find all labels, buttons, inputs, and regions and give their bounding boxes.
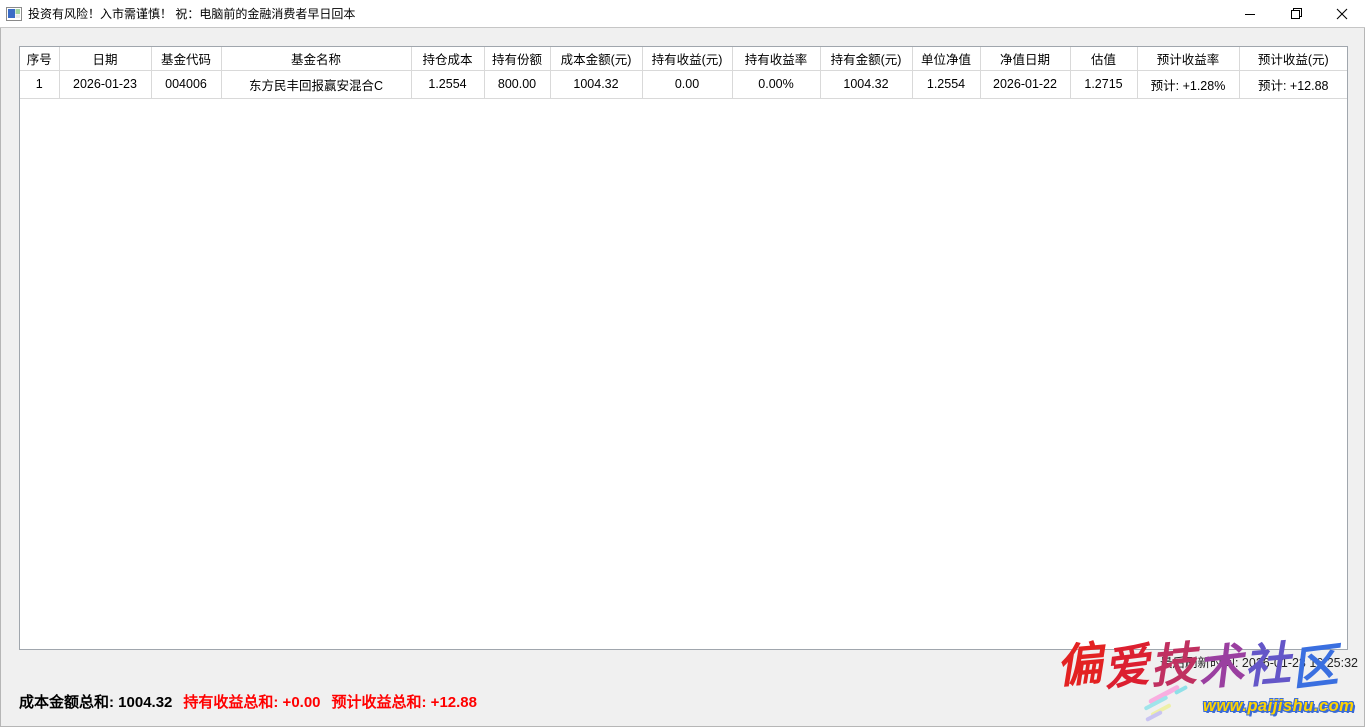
cell-estimate-nav: 1.2715 [1070,70,1137,98]
cell-estimate-rate: 预计: +1.28% [1137,70,1239,98]
cell-holding-amount: 1004.32 [820,70,912,98]
cell-cost-amount: 1004.32 [550,70,642,98]
cell-unit-nav: 1.2554 [912,70,980,98]
app-icon [6,7,22,21]
header-cell[interactable]: 预计收益(元) [1239,47,1347,70]
table-header-row: 序号 日期 基金代码 基金名称 持仓成本 持有份额 成本金额(元) 持有收益(元… [20,47,1347,70]
header-cell[interactable]: 基金代码 [151,47,221,70]
cell-holding-profit-rate: 0.00% [732,70,820,98]
header-cell[interactable]: 持有份额 [484,47,550,70]
cell-index: 1 [20,70,59,98]
holding-profit-total-label: 持有收益总和: +0.00 [183,694,320,711]
fund-table: 序号 日期 基金代码 基金名称 持仓成本 持有份额 成本金额(元) 持有收益(元… [20,47,1347,99]
cell-fund-code: 004006 [151,70,221,98]
cell-fund-name: 东方民丰回报赢安混合C [221,70,411,98]
cell-nav-date: 2026-01-22 [980,70,1070,98]
header-cell[interactable]: 持有收益率 [732,47,820,70]
title-bar: 投资有风险！入市需谨慎！ 祝：电脑前的金融消费者早日回本 [0,0,1365,28]
watermark-char: 技 [1148,640,1199,690]
header-cell[interactable]: 单位净值 [912,47,980,70]
header-cell[interactable]: 日期 [59,47,151,70]
fund-table-panel: 序号 日期 基金代码 基金名称 持仓成本 持有份额 成本金额(元) 持有收益(元… [19,46,1348,650]
close-icon [1336,8,1348,20]
header-cell[interactable]: 预计收益率 [1137,47,1239,70]
watermark-char: 偏 [1054,640,1105,690]
cell-date: 2026-01-23 [59,70,151,98]
table-row[interactable]: 1 2026-01-23 004006 东方民丰回报赢安混合C 1.2554 8… [20,70,1347,98]
close-button[interactable] [1319,0,1365,27]
header-cell[interactable]: 成本金额(元) [550,47,642,70]
watermark-char: 社 [1242,640,1293,690]
header-cell[interactable]: 基金名称 [221,47,411,70]
window: { "window": { "title": "投资有风险！入市需谨慎！ 祝：电… [0,0,1365,727]
estimated-profit-total-label: 预计收益总和: +12.88 [332,694,477,711]
cost-total-label: 成本金额总和: 1004.32 [19,694,172,711]
window-title: 投资有风险！入市需谨慎！ 祝：电脑前的金融消费者早日回本 [28,5,355,22]
cell-estimate-profit: 预计: +12.88 [1239,70,1347,98]
watermark-logo: 偏 爱 技 术 社 区 [1056,642,1338,688]
cell-shares: 800.00 [484,70,550,98]
watermark-char: 爱 [1101,641,1153,692]
restore-button[interactable] [1273,0,1319,27]
header-cell[interactable]: 持有收益(元) [642,47,732,70]
watermark-url: www.paijishu.com [1203,697,1354,716]
minimize-button[interactable] [1227,0,1273,27]
watermark-char: 区 [1289,641,1341,692]
header-cell[interactable]: 持有金额(元) [820,47,912,70]
cell-holding-profit: 0.00 [642,70,732,98]
table-empty-area [20,99,1347,652]
header-cell[interactable]: 持仓成本 [411,47,484,70]
restore-icon [1290,7,1303,20]
minimize-icon [1244,8,1256,20]
cell-cost: 1.2554 [411,70,484,98]
header-cell[interactable]: 净值日期 [980,47,1070,70]
header-cell[interactable]: 估值 [1070,47,1137,70]
watermark-char: 术 [1195,641,1247,692]
header-cell[interactable]: 序号 [20,47,59,70]
summary-bar: 成本金额总和: 1004.32 持有收益总和: +0.00 预计收益总和: +12.… [19,691,488,712]
caption-buttons [1227,0,1365,27]
